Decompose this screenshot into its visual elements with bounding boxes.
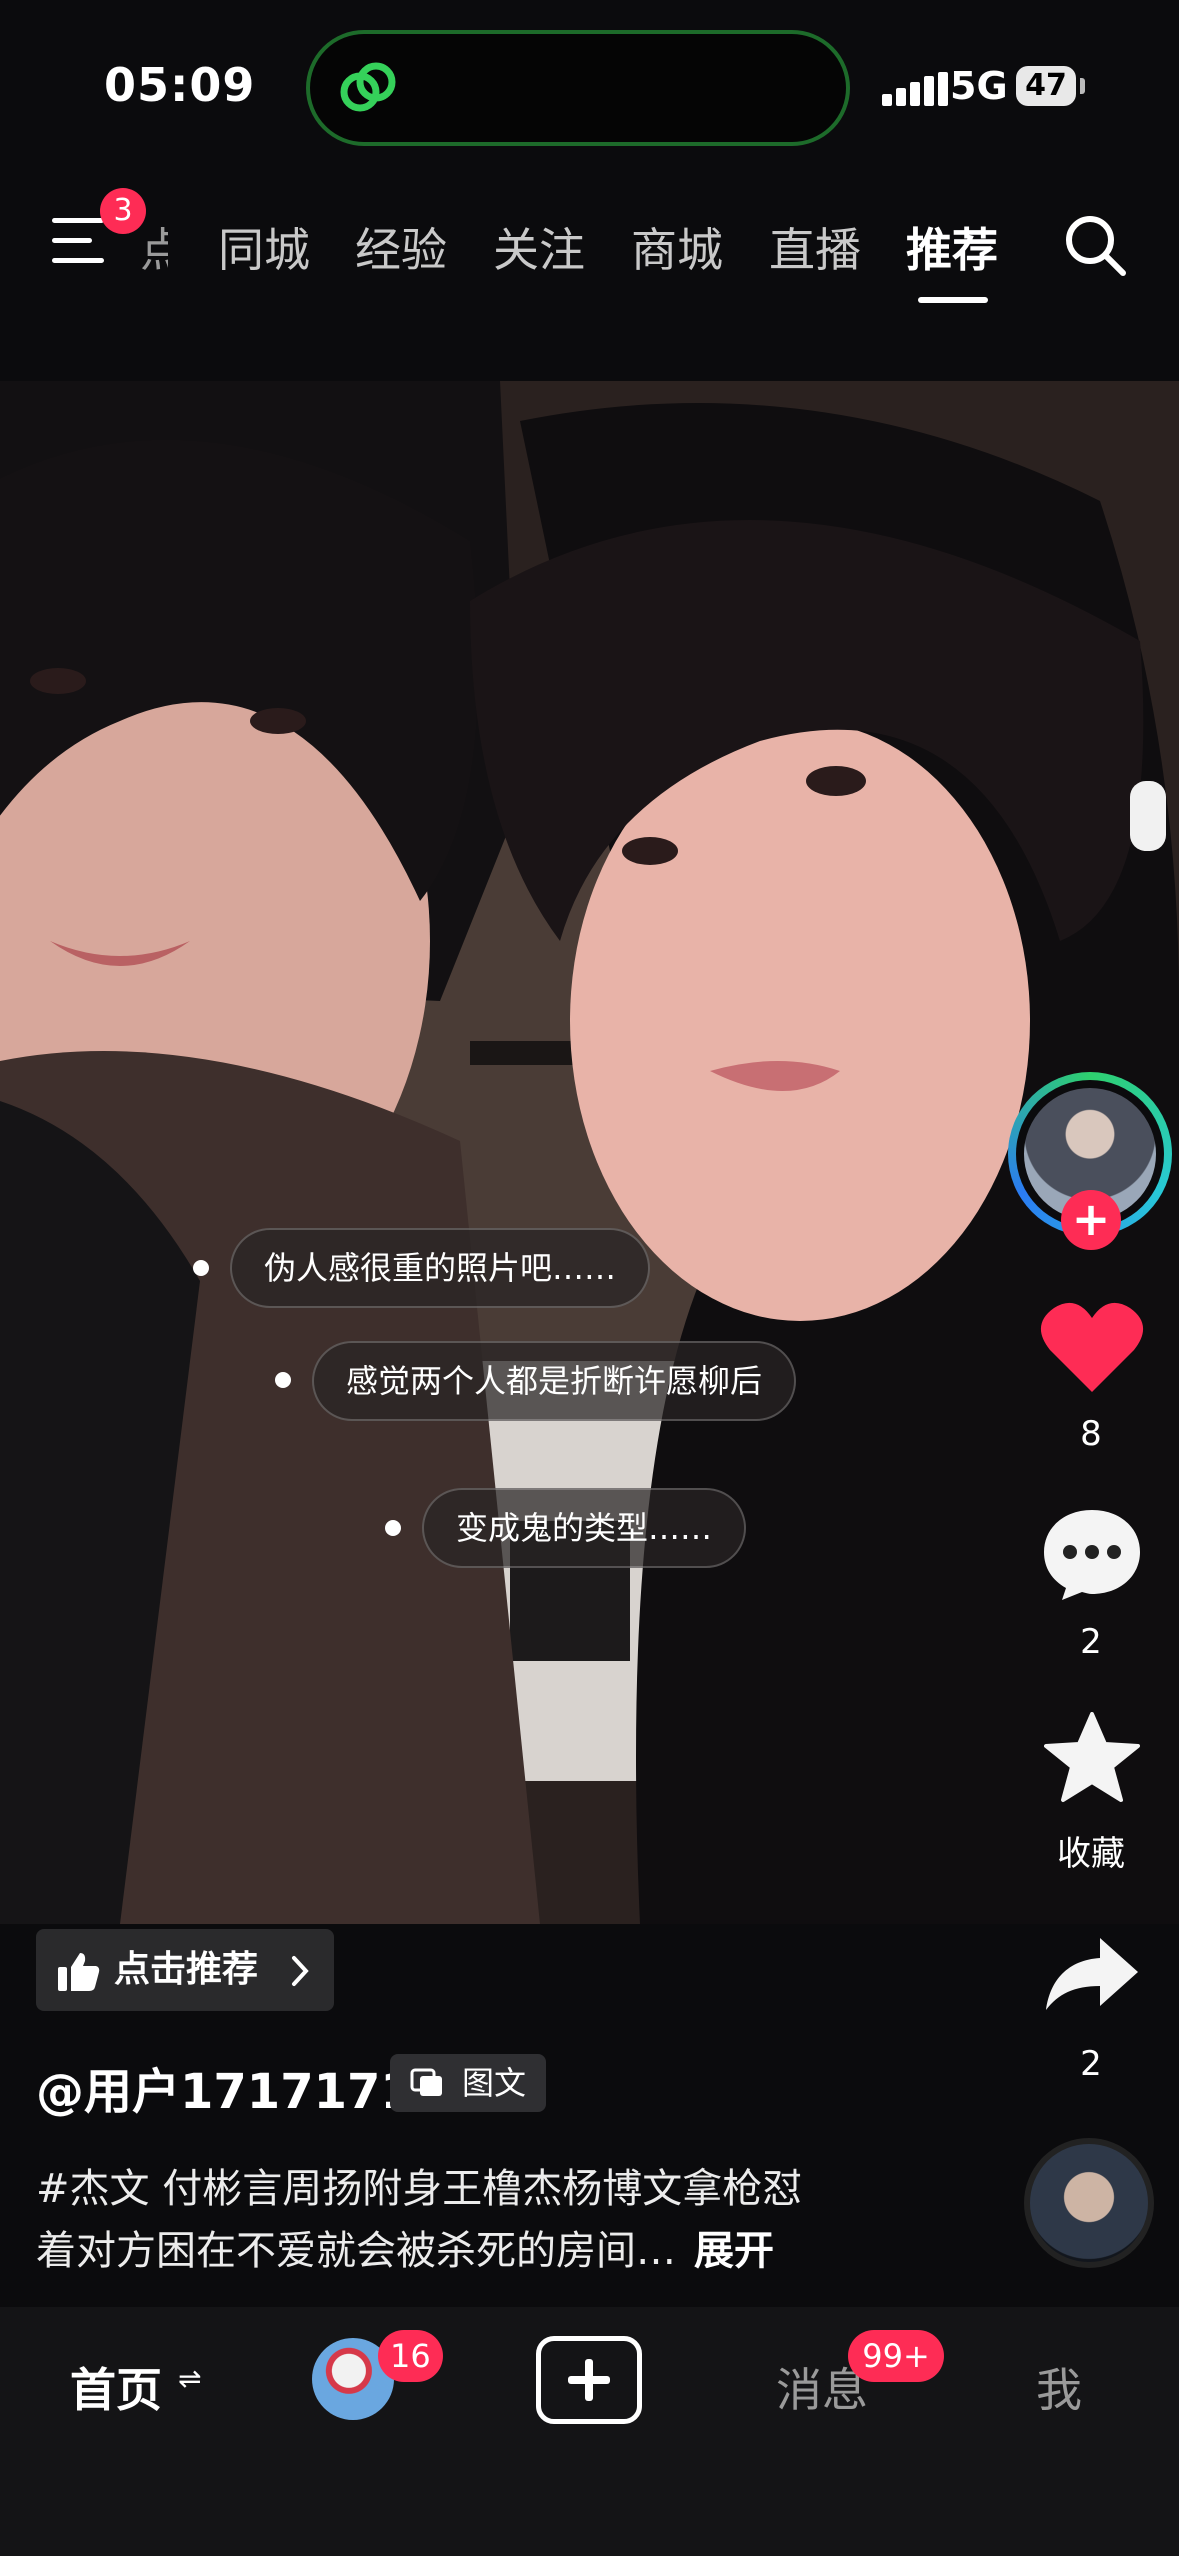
create-post-button[interactable] <box>536 2336 642 2424</box>
tab-mall[interactable]: 商城 <box>631 214 723 280</box>
music-disc[interactable] <box>1024 2138 1154 2268</box>
tab-partial[interactable]: 点 <box>140 214 168 280</box>
friends-badge: 16 <box>378 2330 443 2382</box>
recommend-label: 点击推荐 <box>114 1949 259 1990</box>
network-type: 5G <box>950 64 1008 108</box>
caption-line: 着对方困在不爱就会被杀死的房间… 展开 <box>36 2218 774 2276</box>
danmaku-dot <box>193 1260 209 1276</box>
share-icon[interactable] <box>1044 1936 1140 2012</box>
search-icon[interactable] <box>1062 212 1128 278</box>
comment-count: 2 <box>1080 1622 1102 1662</box>
heart-icon[interactable] <box>1040 1300 1144 1394</box>
expand-link[interactable]: 展开 <box>694 2228 774 2274</box>
danmaku-bubble[interactable]: 变成鬼的类型…… <box>422 1488 747 1568</box>
tab-nearby[interactable]: 同城 <box>218 214 310 280</box>
favorite-label: 收藏 <box>1057 1834 1125 1874</box>
post-type-label: 图文 <box>462 2064 527 2102</box>
image-post-icon <box>410 2068 442 2096</box>
share-count: 2 <box>1080 2044 1102 2084</box>
caption-line: #杰文 付彬言周扬附身王橹杰杨博文拿枪怼 <box>36 2166 803 2212</box>
dynamic-island <box>306 30 850 146</box>
post-type-tag: 图文 <box>390 2054 546 2112</box>
tab-me[interactable]: 我 <box>1036 2354 1082 2420</box>
recommend-button[interactable]: 点击推荐 <box>36 1929 334 2011</box>
messages-badge: 99+ <box>848 2330 944 2382</box>
signal-strength-icon <box>882 72 952 106</box>
tab-following[interactable]: 关注 <box>493 214 585 280</box>
chevron-right-icon <box>292 1956 309 1986</box>
danmaku-dot <box>275 1372 291 1388</box>
active-tab-indicator <box>918 297 988 303</box>
thumbs-up-icon <box>58 1953 100 1991</box>
battery-indicator: 47 <box>1016 66 1076 106</box>
danmaku-bubble[interactable]: 感觉两个人都是折断许愿柳后 <box>312 1341 797 1421</box>
tab-live[interactable]: 直播 <box>769 214 861 280</box>
caption-text: 着对方困在不爱就会被杀死的房间… <box>36 2228 676 2274</box>
follow-plus-button[interactable]: + <box>1061 1190 1121 1250</box>
photo-illustration <box>0 381 1179 1924</box>
tab-home[interactable]: 首页 <box>70 2354 162 2420</box>
tab-recommend[interactable]: 推荐 <box>906 214 998 280</box>
star-icon[interactable] <box>1044 1712 1140 1804</box>
refresh-arrows-icon: ⇌ <box>178 2362 202 2395</box>
post-photo[interactable] <box>0 381 1179 1924</box>
link-rings-icon <box>340 62 396 112</box>
battery-tip <box>1080 78 1085 94</box>
comment-icon[interactable] <box>1042 1506 1142 1602</box>
like-count: 8 <box>1080 1414 1102 1454</box>
menu-button[interactable] <box>52 218 108 268</box>
plus-icon <box>568 2359 610 2401</box>
danmaku-bubble[interactable]: 伪人感很重的照片吧…… <box>230 1228 651 1308</box>
tab-experience[interactable]: 经验 <box>355 214 447 280</box>
author-username[interactable]: @用户17171717 <box>36 2052 447 2122</box>
danmaku-dot <box>385 1520 401 1536</box>
status-time: 05:09 <box>104 58 256 112</box>
